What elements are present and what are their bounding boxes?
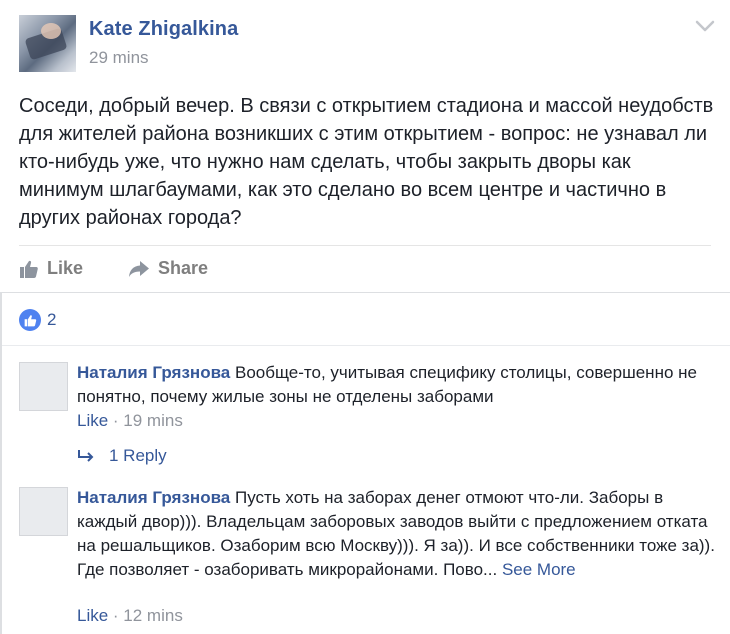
- see-more-link[interactable]: See More: [502, 560, 576, 579]
- comment-like-link[interactable]: Like: [77, 606, 108, 625]
- share-button[interactable]: Share: [128, 258, 208, 279]
- commenter-avatar[interactable]: [19, 362, 68, 411]
- comment-meta: Like · 12 mins: [77, 606, 183, 626]
- post-card: Kate Zhigalkina 29 mins Соседи, добрый в…: [0, 0, 730, 634]
- author-avatar[interactable]: [19, 15, 76, 72]
- share-label: Share: [158, 258, 209, 278]
- meta-separator: ·: [108, 606, 124, 625]
- divider: [2, 345, 730, 346]
- comment-text: Наталия Грязнова Пусть хоть на заборах д…: [77, 486, 717, 582]
- comment-meta: Like · 19 mins: [77, 411, 183, 431]
- meta-separator: ·: [108, 411, 124, 430]
- chevron-down-icon[interactable]: [694, 18, 716, 34]
- reaction-count: 2: [47, 310, 57, 329]
- post-text: Соседи, добрый вечер. В связи с открытие…: [19, 95, 714, 229]
- like-label: Like: [47, 258, 84, 278]
- divider: [0, 292, 730, 293]
- author-name[interactable]: Kate Zhigalkina: [89, 18, 238, 41]
- share-arrow-icon: [129, 260, 149, 277]
- comment-like-link[interactable]: Like: [77, 411, 108, 430]
- commenter-name[interactable]: Наталия Грязнова: [77, 488, 230, 507]
- post-timestamp[interactable]: 29 mins: [89, 48, 149, 68]
- divider: [19, 245, 711, 246]
- replies-count-label: 1 Reply: [109, 446, 167, 465]
- comment-text: Наталия Грязнова Вообще-то, учитывая спе…: [77, 361, 717, 409]
- commenter-name[interactable]: Наталия Грязнова: [77, 363, 230, 382]
- like-button[interactable]: Like: [19, 258, 83, 279]
- comment-timestamp[interactable]: 12 mins: [123, 606, 183, 625]
- reactions-summary[interactable]: 2: [19, 309, 56, 331]
- reply-arrow-icon: [78, 450, 94, 462]
- like-reaction-icon: [19, 309, 41, 331]
- commenter-avatar[interactable]: [19, 487, 68, 536]
- view-replies-link[interactable]: 1 Reply: [77, 446, 167, 466]
- thumbs-up-icon: [20, 260, 38, 278]
- comment-timestamp[interactable]: 19 mins: [123, 411, 183, 430]
